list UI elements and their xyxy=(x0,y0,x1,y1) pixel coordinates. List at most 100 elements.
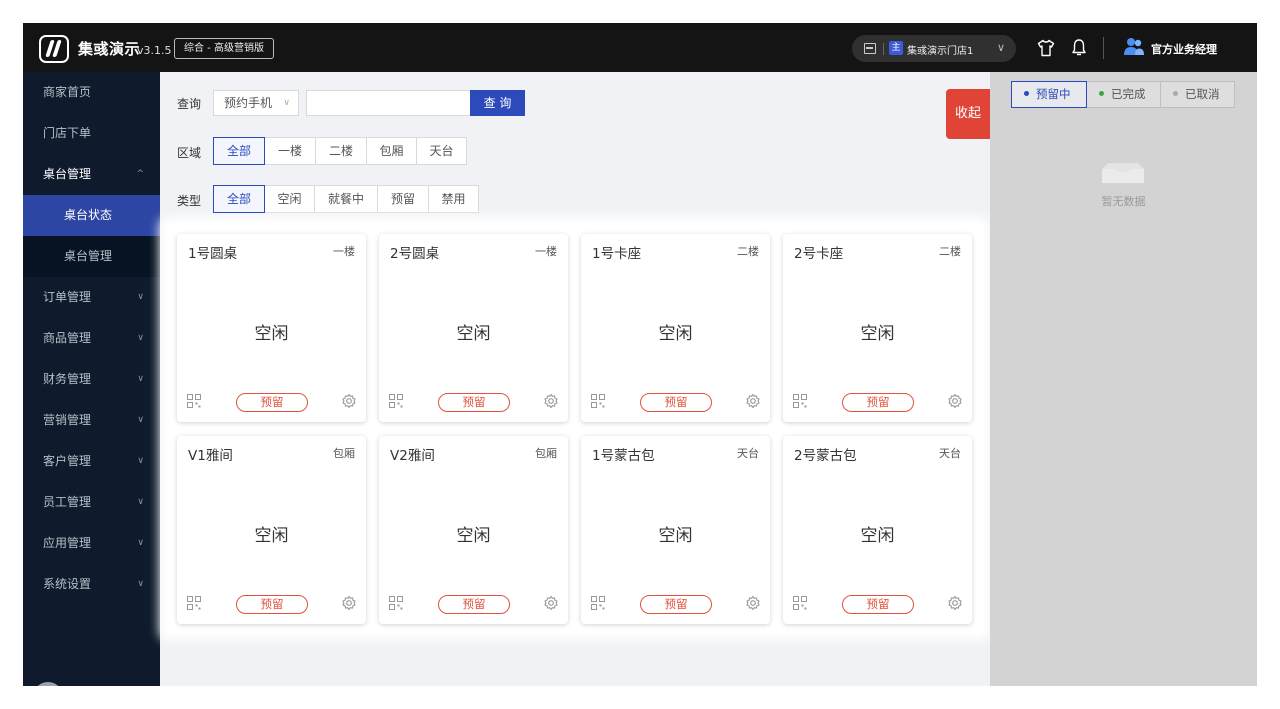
gear-icon[interactable] xyxy=(543,595,559,611)
area-label: 区域 xyxy=(177,146,202,160)
tab-reserved[interactable]: 预留中 xyxy=(1011,81,1087,108)
table-card[interactable]: 2号圆桌 一楼 空闲 预留 xyxy=(379,234,568,422)
sidebar-item-products[interactable]: 商品管理 ∨ xyxy=(23,318,160,359)
table-zone: 包厢 xyxy=(333,447,355,460)
sidebar-item-label: 桌台状态 xyxy=(64,208,113,222)
qr-code-icon[interactable] xyxy=(793,394,807,408)
table-card[interactable]: 2号卡座 二楼 空闲 预留 xyxy=(783,234,972,422)
store-main-badge: 主 xyxy=(889,41,903,55)
sidebar-item-label: 员工管理 xyxy=(43,495,92,509)
area-option-rooftop[interactable]: 天台 xyxy=(416,137,467,165)
gear-icon[interactable] xyxy=(947,393,963,409)
table-card[interactable]: 2号蒙古包 天台 空闲 预留 xyxy=(783,436,972,624)
sidebar: 商家首页 门店下单 桌台管理 ^ 桌台状态 桌台管理 订单管理 ∨ 商品管理 ∨ 财务… xyxy=(23,72,160,686)
qr-code-icon[interactable] xyxy=(389,596,403,610)
table-card[interactable]: 1号圆桌 一楼 空闲 预留 xyxy=(177,234,366,422)
type-option-reserved[interactable]: 预留 xyxy=(377,185,429,213)
shirt-icon[interactable] xyxy=(1037,39,1055,57)
tab-completed[interactable]: 已完成 xyxy=(1086,81,1161,108)
sidebar-item-finance[interactable]: 财务管理 ∨ xyxy=(23,359,160,400)
area-option-floor2[interactable]: 二楼 xyxy=(315,137,367,165)
reserve-button[interactable]: 预留 xyxy=(438,393,510,412)
qr-code-icon[interactable] xyxy=(187,596,201,610)
chevron-down-icon: ∨ xyxy=(137,292,144,302)
sidebar-item-staff[interactable]: 员工管理 ∨ xyxy=(23,482,160,523)
search-button[interactable]: 查 询 xyxy=(470,90,525,116)
sidebar-subitem-table-manage[interactable]: 桌台管理 xyxy=(23,236,160,277)
tab-label: 预留中 xyxy=(1036,87,1071,101)
gear-icon[interactable] xyxy=(543,393,559,409)
chevron-down-icon: ∨ xyxy=(137,456,144,466)
type-option-disabled[interactable]: 禁用 xyxy=(428,185,479,213)
chevron-down-icon: ∨ xyxy=(283,98,290,108)
avatar[interactable] xyxy=(33,682,63,686)
sidebar-item-home[interactable]: 商家首页 xyxy=(23,72,160,113)
query-label: 查询 xyxy=(177,97,202,111)
sidebar-item-settings[interactable]: 系统设置 ∨ xyxy=(23,564,160,605)
gear-icon[interactable] xyxy=(745,393,761,409)
table-status: 空闲 xyxy=(456,324,491,344)
sidebar-item-marketing[interactable]: 营销管理 ∨ xyxy=(23,400,160,441)
topbar-divider xyxy=(1103,37,1104,59)
table-card[interactable]: V2雅间 包厢 空闲 预留 xyxy=(379,436,568,624)
edition-badge[interactable]: 综合 - 高级营销版 xyxy=(174,38,274,59)
reserve-button[interactable]: 预留 xyxy=(438,595,510,614)
sidebar-item-label: 系统设置 xyxy=(43,577,92,591)
sidebar-item-orders[interactable]: 订单管理 ∨ xyxy=(23,277,160,318)
tab-cancelled[interactable]: 已取消 xyxy=(1160,81,1235,108)
reservation-panel: 预留中 已完成 已取消 暂无数据 xyxy=(990,72,1257,686)
table-name: 2号卡座 xyxy=(794,246,844,262)
area-option-floor1[interactable]: 一楼 xyxy=(264,137,316,165)
sidebar-item-label: 财务管理 xyxy=(43,372,92,386)
chevron-down-icon: ∨ xyxy=(137,497,144,507)
table-status: 空闲 xyxy=(254,526,289,546)
reserve-button[interactable]: 预留 xyxy=(640,595,712,614)
gear-icon[interactable] xyxy=(947,595,963,611)
sidebar-item-label: 桌台管理 xyxy=(64,249,113,263)
chevron-down-icon: ∨ xyxy=(997,41,1006,54)
bell-icon[interactable] xyxy=(1071,38,1087,57)
chevron-down-icon: ∨ xyxy=(137,538,144,548)
table-name: 2号蒙古包 xyxy=(794,448,857,464)
qr-code-icon[interactable] xyxy=(591,596,605,610)
reserve-button[interactable]: 预留 xyxy=(236,393,308,412)
table-grid: 1号圆桌 一楼 空闲 预留 2号圆桌 一楼 空闲 预留 1号卡座 二楼 空闲 预… xyxy=(166,223,984,634)
table-card[interactable]: 1号蒙古包 天台 空闲 预留 xyxy=(581,436,770,624)
type-option-free[interactable]: 空闲 xyxy=(264,185,315,213)
type-option-all[interactable]: 全部 xyxy=(213,185,265,213)
store-switcher[interactable]: 主 集彧演示门店1 ∨ xyxy=(852,35,1016,62)
sidebar-item-table-mgmt[interactable]: 桌台管理 ^ xyxy=(23,154,160,195)
gear-icon[interactable] xyxy=(745,595,761,611)
chevron-up-icon: ^ xyxy=(136,169,144,179)
qr-code-icon[interactable] xyxy=(591,394,605,408)
table-status: 空闲 xyxy=(860,324,895,344)
logo-icon xyxy=(39,35,69,63)
gear-icon[interactable] xyxy=(341,393,357,409)
sidebar-item-label: 订单管理 xyxy=(43,290,92,304)
user-name[interactable]: 官方业务经理 xyxy=(1151,41,1217,57)
qr-code-icon[interactable] xyxy=(793,596,807,610)
query-type-select[interactable]: 预约手机 ∨ xyxy=(213,90,299,116)
collapse-button[interactable]: 收起 xyxy=(946,89,990,139)
sidebar-item-customers[interactable]: 客户管理 ∨ xyxy=(23,441,160,482)
status-dot-icon xyxy=(1099,91,1104,96)
table-card[interactable]: V1雅间 包厢 空闲 预留 xyxy=(177,436,366,624)
area-option-private[interactable]: 包厢 xyxy=(366,137,417,165)
empty-box-icon xyxy=(1102,163,1144,183)
qr-code-icon[interactable] xyxy=(389,394,403,408)
search-input[interactable] xyxy=(306,90,471,116)
reserve-button[interactable]: 预留 xyxy=(236,595,308,614)
version-label: v3.1.5 xyxy=(137,44,172,57)
area-option-all[interactable]: 全部 xyxy=(213,137,265,165)
sidebar-item-apps[interactable]: 应用管理 ∨ xyxy=(23,523,160,564)
table-card[interactable]: 1号卡座 二楼 空闲 预留 xyxy=(581,234,770,422)
qr-code-icon[interactable] xyxy=(187,394,201,408)
reserve-button[interactable]: 预留 xyxy=(842,595,914,614)
sidebar-subitem-table-status[interactable]: 桌台状态 xyxy=(23,195,160,236)
type-option-dining[interactable]: 就餐中 xyxy=(314,185,378,213)
gear-icon[interactable] xyxy=(341,595,357,611)
reserve-button[interactable]: 预留 xyxy=(842,393,914,412)
table-zone: 一楼 xyxy=(535,245,557,258)
sidebar-item-store-order[interactable]: 门店下单 xyxy=(23,113,160,154)
reserve-button[interactable]: 预留 xyxy=(640,393,712,412)
